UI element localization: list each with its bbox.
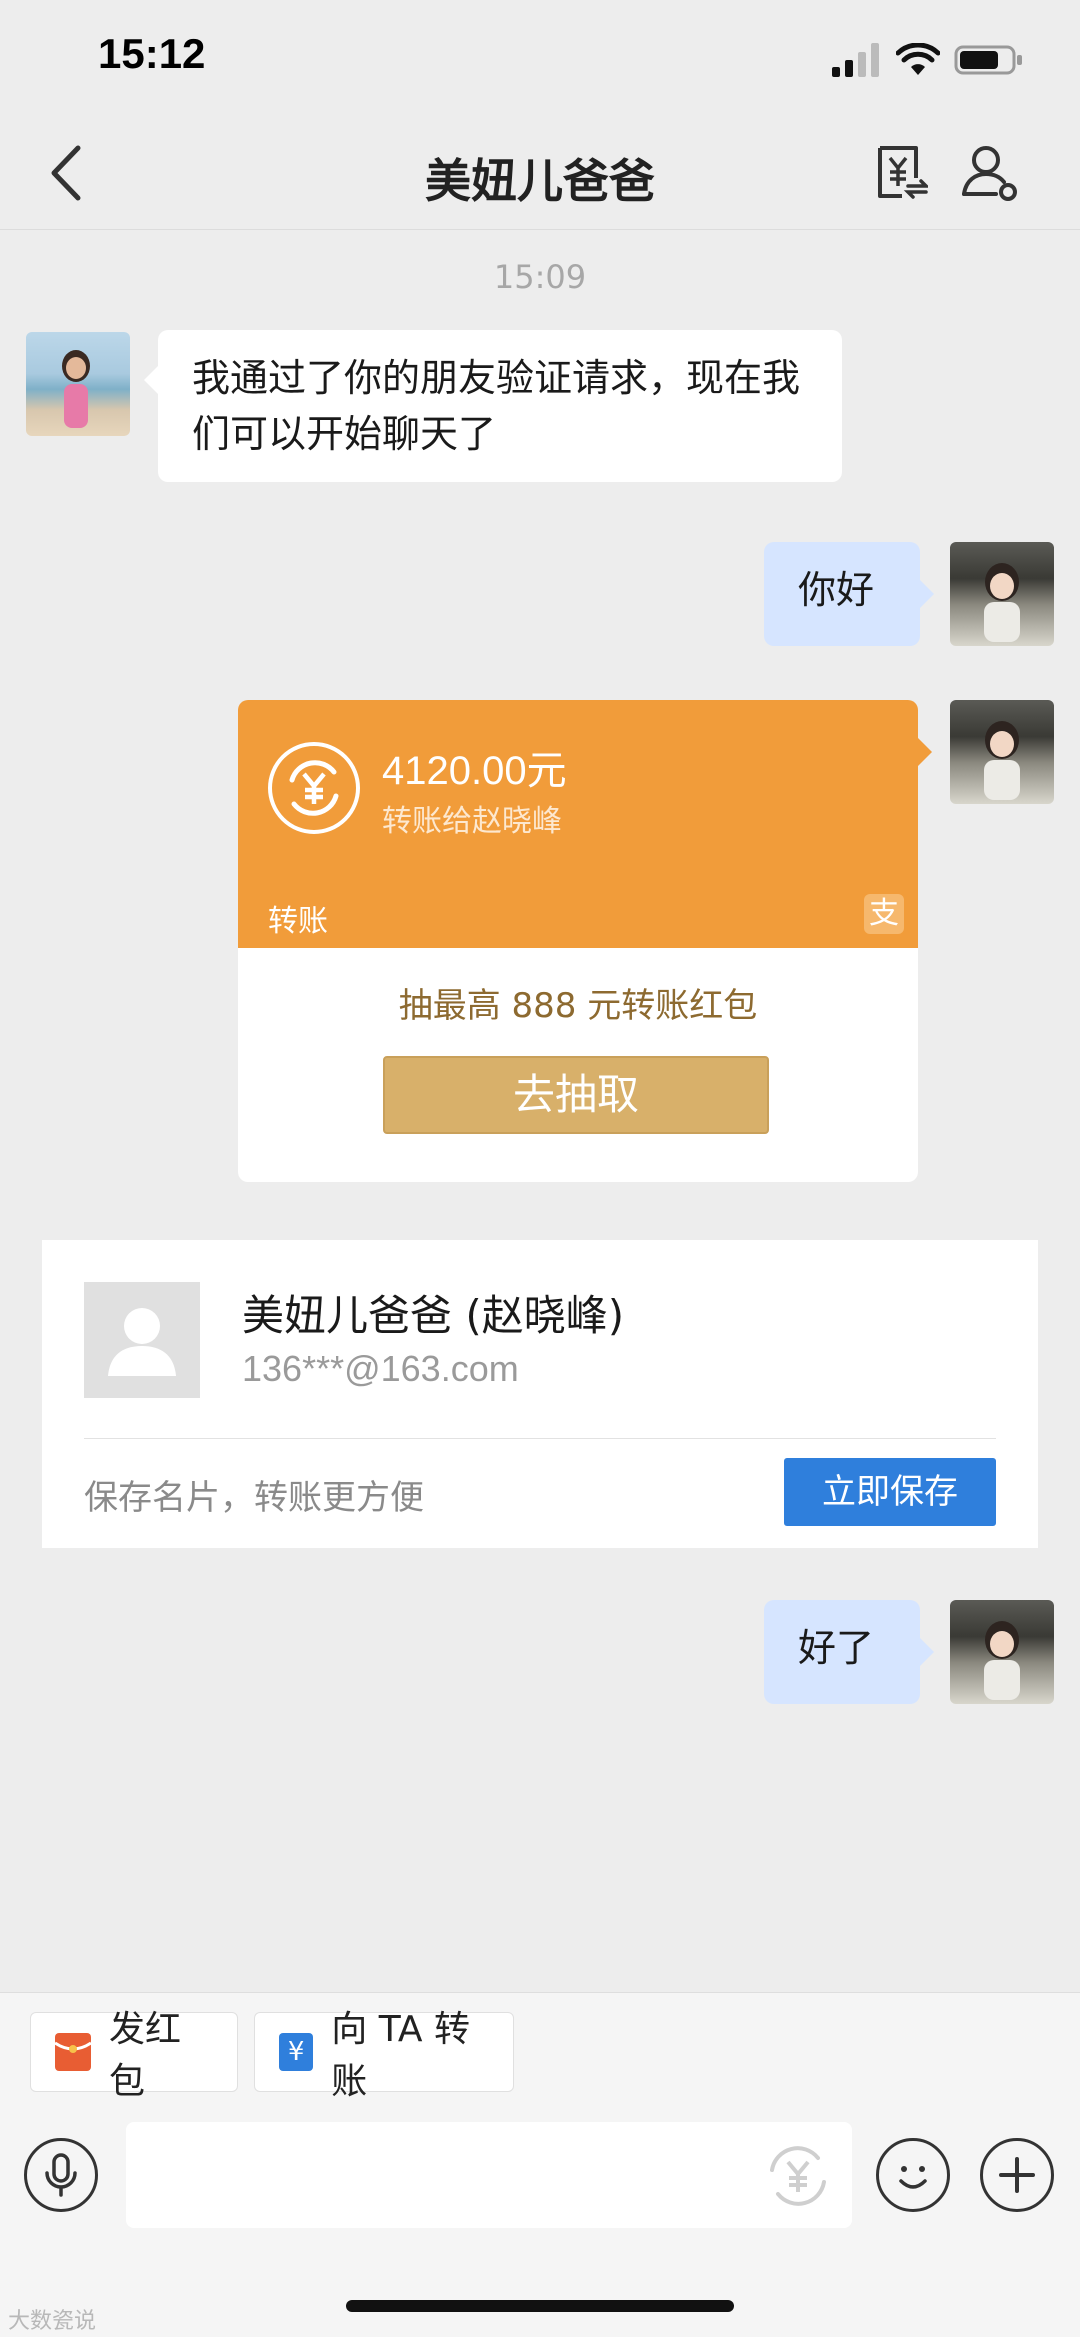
outgoing-message-text: 你好 bbox=[798, 568, 875, 612]
contact-name: 美妞儿爸爸 (赵晓峰) bbox=[242, 1291, 625, 1340]
smiley-icon bbox=[899, 2166, 927, 2189]
yuan-transfer-icon[interactable] bbox=[762, 2140, 834, 2212]
time-separator: 15:09 bbox=[493, 258, 587, 296]
message-input[interactable] bbox=[126, 2122, 852, 2228]
red-packet-icon bbox=[54, 2033, 92, 2071]
alipay-icon: 支 bbox=[864, 894, 904, 934]
draw-button[interactable]: 去抽取 bbox=[383, 1056, 769, 1134]
contact-email: 136***@163.com bbox=[242, 1348, 519, 1389]
transfer-to-ta-button[interactable]: ¥ 向 TA 转账 bbox=[254, 2009, 514, 2102]
more-button[interactable] bbox=[980, 2138, 1054, 2212]
signal-icon bbox=[832, 43, 879, 77]
transfer-type-label: 转账 bbox=[268, 904, 328, 939]
my-avatar[interactable] bbox=[950, 700, 1054, 804]
outgoing-message: 好了 bbox=[764, 1600, 934, 1704]
transfer-to-ta-label: 向 TA 转账 bbox=[331, 2009, 471, 2102]
incoming-message: 我通过了你的朋友验证请求，现在我们可以开始聊天了 bbox=[144, 330, 842, 482]
default-avatar-icon bbox=[84, 1282, 200, 1398]
transfer-bubble-pointer bbox=[918, 738, 932, 766]
yuan-coin-icon bbox=[266, 740, 362, 836]
microphone-icon bbox=[45, 2153, 77, 2197]
save-contact-button[interactable]: 立即保存 bbox=[784, 1458, 996, 1526]
my-avatar[interactable] bbox=[950, 542, 1054, 646]
transfer-recipient: 转账给赵晓峰 bbox=[382, 804, 562, 839]
emoji-button[interactable] bbox=[876, 2138, 950, 2212]
status-time: 15:12 bbox=[98, 30, 206, 77]
promo-text: 抽最高 888 元转账红包 bbox=[398, 986, 758, 1026]
transfer-icon[interactable] bbox=[872, 142, 931, 202]
wifi-icon bbox=[896, 43, 940, 75]
profile-icon[interactable] bbox=[960, 142, 1020, 202]
transfer-chip-icon: ¥ bbox=[279, 2033, 314, 2071]
save-hint: 保存名片，转账更方便 bbox=[84, 1478, 424, 1518]
transfer-header: 4120.00元 转账给赵晓峰 转账 支 bbox=[238, 700, 918, 948]
voice-button[interactable] bbox=[24, 2138, 98, 2212]
outgoing-message: 你好 bbox=[764, 542, 934, 646]
incoming-message-text: 我通过了你的朋友验证请求，现在我们可以开始聊天了 bbox=[192, 356, 801, 456]
watermark: 大数瓷说 bbox=[8, 2309, 97, 2334]
red-packet-button[interactable]: 发红包 bbox=[30, 2009, 238, 2102]
divider bbox=[84, 1438, 996, 1439]
red-packet-label: 发红包 bbox=[109, 2009, 182, 2102]
transfer-amount: 4120.00元 bbox=[382, 749, 567, 793]
plus-icon bbox=[999, 2157, 1035, 2193]
status-icons bbox=[832, 40, 1024, 80]
home-indicator bbox=[346, 2300, 734, 2312]
battery-icon bbox=[954, 45, 1022, 75]
contact-avatar[interactable] bbox=[26, 332, 130, 436]
contact-card: 美妞儿爸爸 (赵晓峰) 136***@163.com 保存名片，转账更方便 立即… bbox=[42, 1240, 1038, 1548]
transfer-card[interactable]: 4120.00元 转账给赵晓峰 转账 支 抽最高 888 元转账红包 去抽取 bbox=[238, 700, 918, 1182]
outgoing-message-text: 好了 bbox=[798, 1626, 875, 1670]
my-avatar[interactable] bbox=[950, 1600, 1054, 1704]
